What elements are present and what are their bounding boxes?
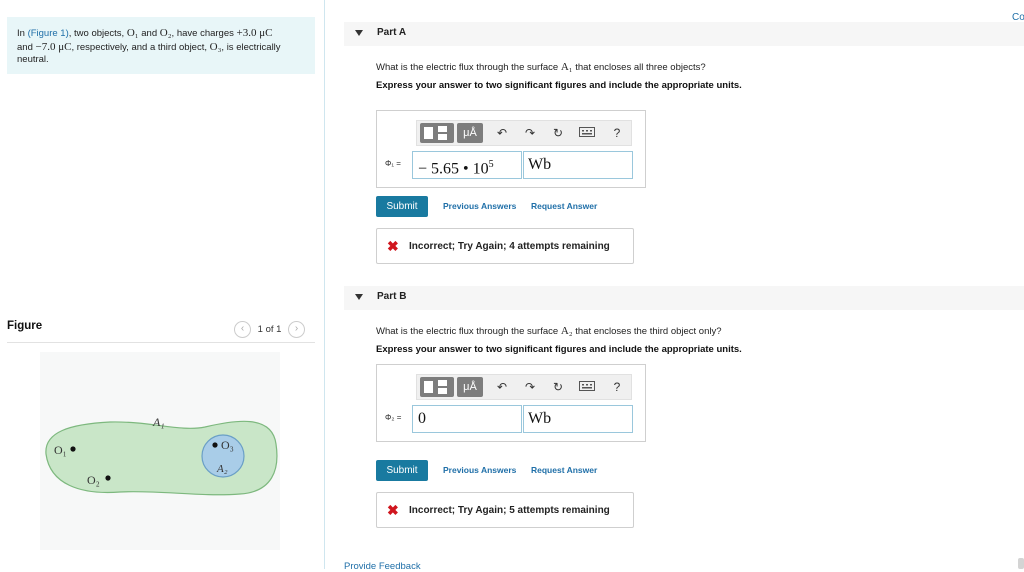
- part-a-header[interactable]: Part A: [344, 22, 1024, 46]
- question-text: What is the electric flux through the su…: [376, 326, 561, 337]
- part-b-instructions: Express your answer to two significant f…: [376, 344, 742, 355]
- redo-icon[interactable]: ↷: [521, 123, 539, 143]
- error-icon: ✖: [387, 502, 399, 518]
- object-o1-dot: [70, 446, 76, 452]
- next-figure-button[interactable]: ›: [288, 321, 306, 338]
- redo-icon[interactable]: ↷: [521, 377, 539, 397]
- figure-page-indicator: 1 of 1: [257, 324, 282, 336]
- part-a-instructions: Express your answer to two significant f…: [376, 80, 742, 91]
- problem-text: , respectively, and a third object,: [71, 41, 210, 53]
- value-text: − 5.65 • 10: [418, 160, 489, 178]
- object-o2-symbol: O₂: [159, 27, 172, 39]
- problem-text: In: [17, 28, 28, 39]
- label-o2: O₂: [87, 473, 100, 487]
- surface-symbol: A₁: [560, 61, 573, 73]
- templates-icon[interactable]: [420, 377, 454, 397]
- part-b-label: Part B: [377, 291, 407, 302]
- label-a2: A₂: [216, 463, 228, 475]
- figure-divider: [7, 342, 315, 343]
- part-b-submit-button[interactable]: Submit: [376, 460, 428, 481]
- keyboard-icon[interactable]: [577, 123, 597, 143]
- reset-icon[interactable]: ↻: [549, 123, 567, 143]
- part-b-request-answer-link[interactable]: Request Answer: [531, 465, 597, 475]
- object-o3-symbol: O₃: [209, 40, 222, 53]
- phi1-label: Φ₁ =: [385, 159, 401, 168]
- object-o2-dot: [105, 475, 111, 481]
- problem-text: , have charges: [171, 28, 237, 39]
- part-b-feedback: ✖ Incorrect; Try Again; 5 attempts remai…: [376, 492, 634, 528]
- value-input[interactable]: 0: [412, 405, 522, 433]
- figure-image: A₁ A₂ O₁ O₂ O₃: [40, 352, 280, 550]
- help-button[interactable]: ?: [609, 377, 625, 397]
- provide-feedback-link[interactable]: Provide Feedback: [344, 561, 421, 572]
- units-input[interactable]: Wb: [523, 151, 633, 179]
- value-input[interactable]: − 5.65 • 105: [412, 151, 522, 179]
- math-toolbar: μÅ ↶ ↷ ↻ ?: [416, 120, 632, 146]
- units-button[interactable]: μÅ: [457, 123, 483, 143]
- problem-text: and: [138, 28, 160, 39]
- part-b-previous-answers-link[interactable]: Previous Answers: [443, 465, 516, 475]
- part-a-request-answer-link[interactable]: Request Answer: [531, 201, 597, 211]
- collapse-arrow-icon[interactable]: [355, 30, 363, 36]
- templates-icon[interactable]: [420, 123, 454, 143]
- help-button[interactable]: ?: [609, 123, 625, 143]
- collapse-arrow-icon[interactable]: [355, 294, 363, 300]
- question-text: What is the electric flux through the su…: [376, 62, 561, 73]
- value-exponent: 5: [488, 159, 494, 170]
- units-input[interactable]: Wb: [523, 405, 633, 433]
- part-b-answer-box: μÅ ↶ ↷ ↻ ? Φ₂ = 0 Wb: [376, 364, 646, 442]
- continue-link[interactable]: Co: [1012, 12, 1024, 23]
- phi2-label: Φ₂ =: [385, 413, 402, 422]
- undo-icon[interactable]: ↶: [493, 377, 511, 397]
- error-icon: ✖: [387, 238, 399, 254]
- part-a-previous-answers-link[interactable]: Previous Answers: [443, 201, 516, 211]
- object-o1-symbol: O₁: [126, 27, 139, 39]
- label-o1: O₁: [54, 443, 67, 457]
- problem-statement: In (Figure 1), two objects, O₁ and O₂, h…: [7, 17, 315, 74]
- reset-icon[interactable]: ↻: [549, 377, 567, 397]
- figure-title: Figure: [7, 320, 43, 332]
- charge-q2: −7.0 μC: [35, 40, 72, 53]
- charge-q1: +3.0 μC: [236, 27, 273, 39]
- part-a-submit-button[interactable]: Submit: [376, 196, 428, 217]
- problem-text: , two objects,: [68, 28, 127, 39]
- part-a-answer-box: μÅ ↶ ↷ ↻ ? Φ₁ = − 5.65 • 105 Wb: [376, 110, 646, 188]
- part-b-header[interactable]: Part B: [344, 286, 1024, 310]
- object-o3-dot: [212, 442, 218, 448]
- label-o3: O₃: [221, 438, 234, 452]
- figure-pager: ‹ 1 of 1 ›: [234, 321, 306, 338]
- figure-link[interactable]: (Figure 1): [28, 28, 69, 39]
- surface-symbol: A₂: [560, 325, 573, 337]
- keyboard-icon[interactable]: [577, 377, 597, 397]
- question-text: that encloses all three objects?: [572, 62, 706, 73]
- prev-figure-button[interactable]: ‹: [234, 321, 251, 338]
- undo-icon[interactable]: ↶: [493, 123, 511, 143]
- part-b-question: What is the electric flux through the su…: [376, 325, 722, 337]
- figure-diagram: A₁ A₂ O₁ O₂ O₃: [45, 415, 278, 496]
- scrollbar-thumb[interactable]: [1018, 558, 1024, 569]
- problem-text: and: [17, 41, 36, 53]
- question-text: that encloses the third object only?: [572, 326, 722, 337]
- part-a-label: Part A: [377, 27, 407, 38]
- feedback-message: Incorrect; Try Again; 5 attempts remaini…: [409, 505, 610, 516]
- part-a-feedback: ✖ Incorrect; Try Again; 4 attempts remai…: [376, 228, 634, 264]
- math-toolbar: μÅ ↶ ↷ ↻ ?: [416, 374, 632, 400]
- units-button[interactable]: μÅ: [457, 377, 483, 397]
- feedback-message: Incorrect; Try Again; 4 attempts remaini…: [409, 241, 610, 252]
- column-divider: [324, 0, 325, 569]
- part-a-question: What is the electric flux through the su…: [376, 61, 706, 73]
- label-a1: A₁: [152, 415, 165, 429]
